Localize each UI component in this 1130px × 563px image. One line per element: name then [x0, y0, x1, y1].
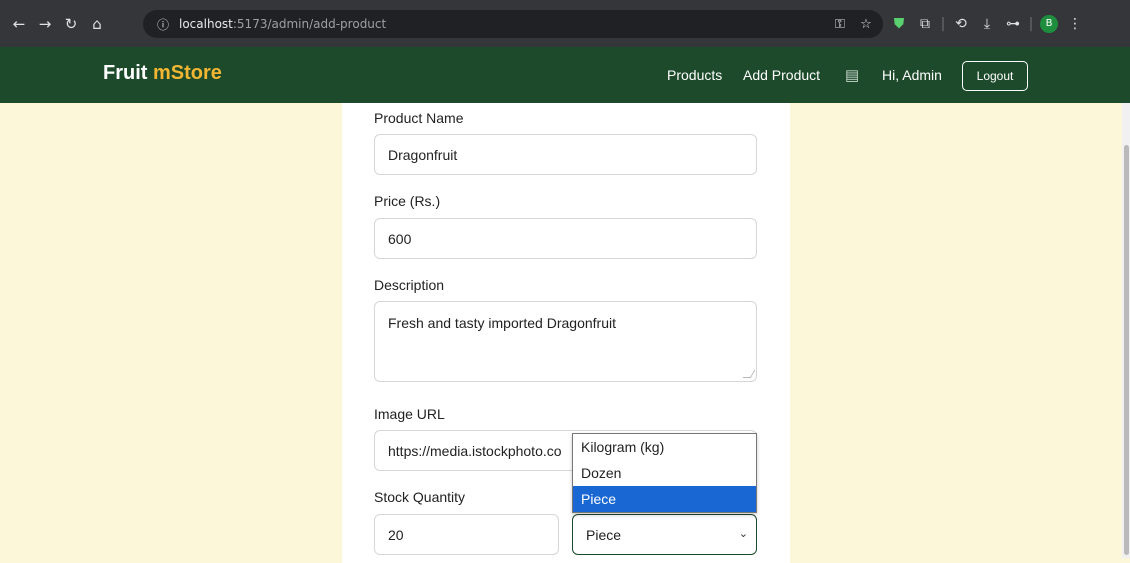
- cart-icon[interactable]: ▤: [845, 66, 859, 84]
- description-textarea[interactable]: Fresh and tasty imported Dragonfruit: [374, 301, 757, 382]
- history-icon[interactable]: ⟲: [948, 16, 974, 32]
- home-icon[interactable]: ⌂: [84, 15, 110, 33]
- url-path: :5173/admin/add-product: [232, 17, 387, 31]
- address-bar[interactable]: ⓘ localhost:5173/admin/add-product ⚿ ☆: [143, 10, 883, 38]
- description-text: Fresh and tasty imported Dragonfruit: [388, 315, 616, 331]
- link-icon[interactable]: ⊶: [1000, 16, 1026, 32]
- user-greeting: Hi, Admin: [882, 67, 942, 83]
- product-name-label: Product Name: [374, 110, 464, 126]
- download-icon[interactable]: ⤓: [974, 16, 1000, 32]
- site-info-icon[interactable]: ⓘ: [153, 16, 173, 33]
- back-icon[interactable]: ←: [6, 15, 32, 33]
- stock-quantity-input[interactable]: 20: [374, 514, 559, 555]
- browser-menu-icon[interactable]: ⋮: [1062, 16, 1088, 32]
- reload-icon[interactable]: ↻: [58, 15, 84, 33]
- chevron-down-icon: ⌄: [738, 528, 748, 540]
- brand-name-mstore: mStore: [153, 62, 222, 84]
- price-label: Price (Rs.): [374, 193, 441, 209]
- unit-select[interactable]: Piece ⌄: [572, 514, 757, 555]
- toolbar-divider: |: [940, 15, 946, 32]
- profile-avatar[interactable]: B: [1040, 14, 1058, 33]
- toolbar-divider: |: [1028, 15, 1034, 32]
- browser-toolbar: ← → ↻ ⌂ ⓘ localhost:5173/admin/add-produ…: [0, 0, 1130, 47]
- unit-option-kilogram[interactable]: Kilogram (kg): [573, 434, 756, 460]
- password-key-icon[interactable]: ⚿: [829, 17, 851, 32]
- unit-option-dozen[interactable]: Dozen: [573, 460, 756, 486]
- extensions-puzzle-icon[interactable]: ⧉: [912, 16, 938, 32]
- unit-select-value: Piece: [586, 526, 622, 543]
- url-host: localhost: [179, 17, 233, 31]
- description-label: Description: [374, 277, 445, 293]
- scrollbar-thumb[interactable]: [1124, 145, 1129, 555]
- address-url[interactable]: localhost:5173/admin/add-product: [179, 17, 386, 31]
- forward-icon[interactable]: →: [32, 15, 58, 33]
- brand-logo[interactable]: Fruit mStore: [103, 62, 222, 85]
- nav-link-products[interactable]: Products: [667, 67, 722, 83]
- image-url-label: Image URL: [374, 406, 445, 422]
- product-name-input[interactable]: Dragonfruit: [374, 134, 757, 175]
- stock-quantity-label: Stock Quantity: [374, 489, 466, 505]
- bookmark-star-icon[interactable]: ☆: [855, 17, 877, 32]
- brand-name-fruit: Fruit: [103, 62, 148, 84]
- resize-handle-icon[interactable]: [742, 370, 756, 378]
- logout-button[interactable]: Logout: [962, 61, 1028, 91]
- unit-dropdown-list: Kilogram (kg) Dozen Piece: [572, 433, 757, 513]
- unit-option-piece[interactable]: Piece: [573, 486, 756, 512]
- app-navbar: Fruit mStore Products Add Product ▤ Hi, …: [0, 47, 1130, 103]
- nav-link-add-product[interactable]: Add Product: [743, 67, 820, 83]
- shield-extension-icon[interactable]: ⛊: [886, 16, 912, 32]
- price-input[interactable]: 600: [374, 218, 757, 259]
